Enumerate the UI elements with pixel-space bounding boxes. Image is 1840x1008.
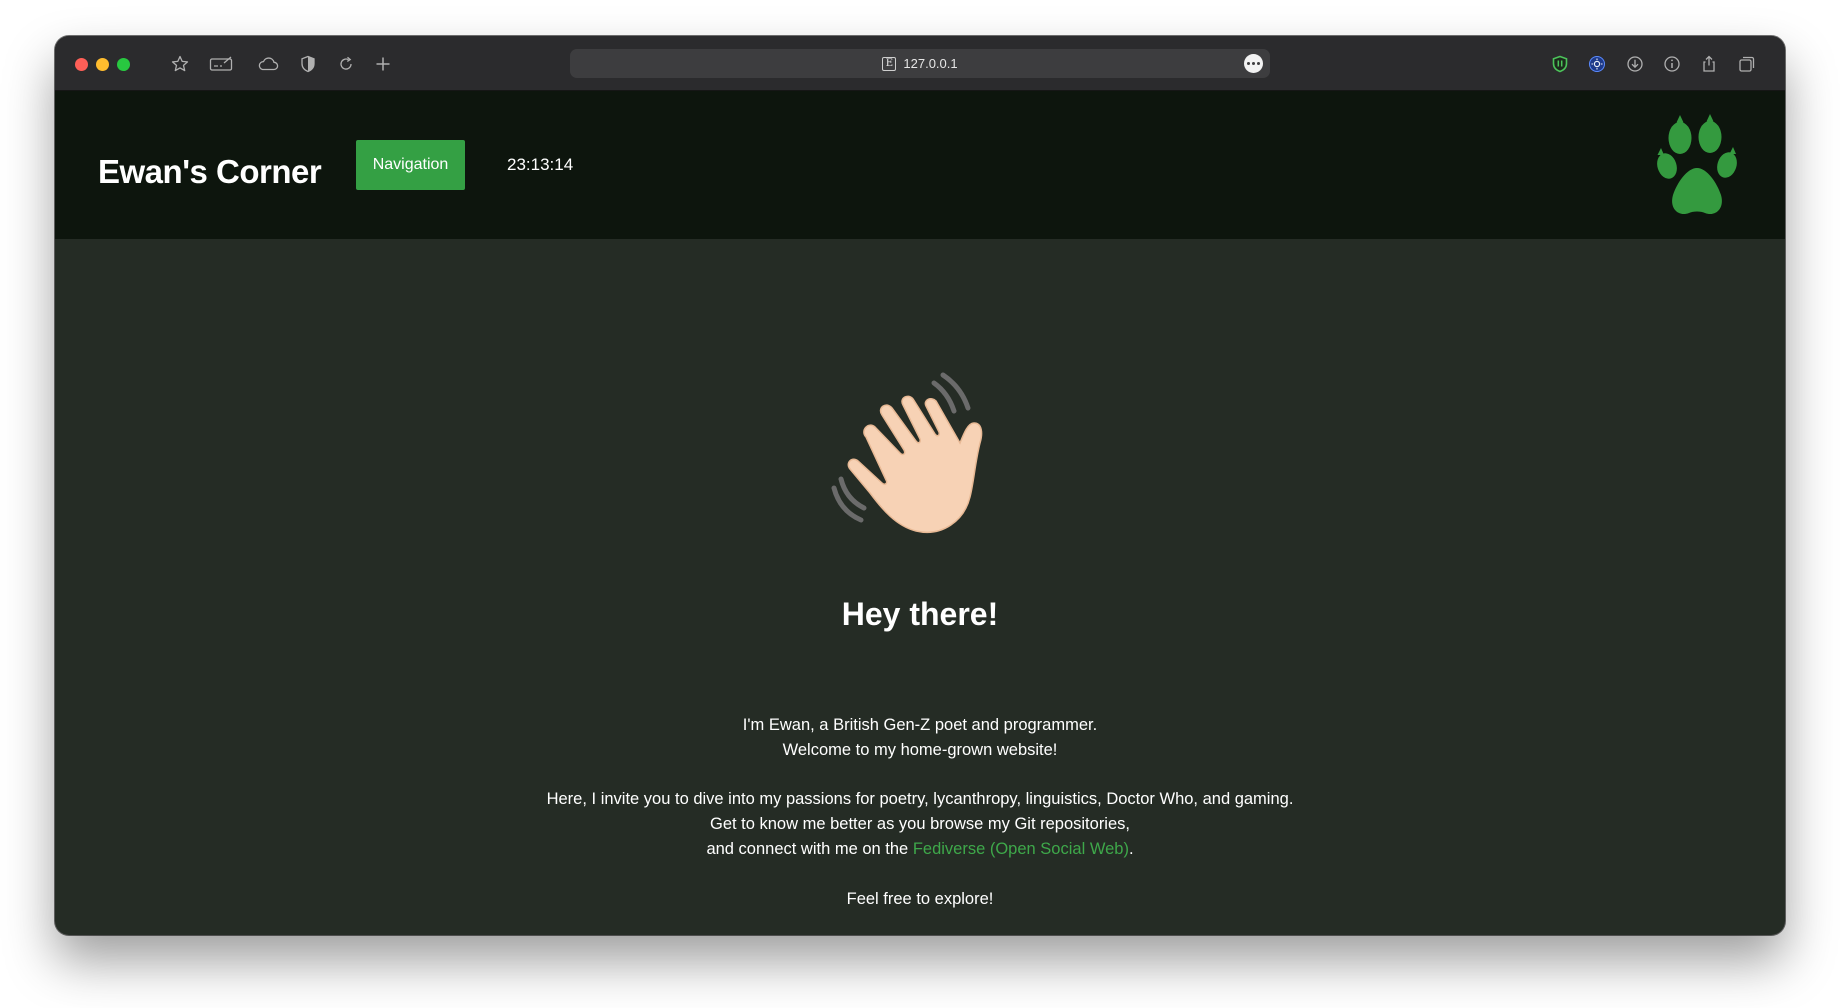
new-tab-plus-icon[interactable]: [372, 53, 394, 75]
body-line-3-suffix: .: [1128, 840, 1134, 858]
extension-badge-icon[interactable]: [1586, 53, 1608, 75]
minimize-window-button[interactable]: [96, 58, 109, 71]
reading-list-icon[interactable]: [209, 53, 235, 75]
browser-toolbar: E 127.0.0.1: [55, 36, 1785, 91]
body-line-3-prefix: and connect with me on the: [706, 840, 913, 858]
waving-hand-emoji: [831, 372, 983, 533]
paw-icon: [1657, 114, 1737, 215]
body-line-1: Here, I invite you to dive into my passi…: [546, 790, 1294, 808]
intro-line-1: I'm Ewan, a British Gen-Z poet and progr…: [742, 716, 1098, 734]
bookmark-star-icon[interactable]: [169, 53, 191, 75]
info-icon[interactable]: [1661, 53, 1683, 75]
main-content: Hey there! I'm Ewan, a British Gen-Z poe…: [55, 239, 1785, 935]
address-bar[interactable]: E 127.0.0.1: [570, 49, 1270, 78]
site-favicon: E: [882, 56, 897, 71]
passions-paragraph: Here, I invite you to dive into my passi…: [55, 787, 1785, 862]
body-line-2: Get to know me better as you browse my G…: [709, 815, 1130, 833]
intro-paragraph: I'm Ewan, a British Gen-Z poet and progr…: [55, 713, 1785, 763]
reload-icon[interactable]: [335, 53, 357, 75]
cloud-icon[interactable]: [256, 53, 280, 75]
share-icon[interactable]: [1698, 53, 1720, 75]
browser-window: E 127.0.0.1 Ewan's Corner Navigation 23:…: [55, 36, 1785, 935]
closing-text: Feel free to explore!: [846, 890, 994, 908]
url-text: 127.0.0.1: [903, 56, 958, 71]
site-title[interactable]: Ewan's Corner: [98, 153, 322, 191]
page-menu-ellipsis-icon[interactable]: [1244, 54, 1263, 73]
intro-line-2: Welcome to my home-grown website!: [782, 741, 1058, 759]
site-header: Ewan's Corner Navigation 23:13:14: [55, 91, 1785, 239]
tab-overview-icon[interactable]: [1736, 53, 1758, 75]
clock: 23:13:14: [507, 155, 574, 174]
navigation-button[interactable]: Navigation: [356, 140, 465, 190]
close-window-button[interactable]: [75, 58, 88, 71]
fediverse-link[interactable]: Fediverse (Open Social Web): [913, 840, 1129, 858]
zoom-window-button[interactable]: [117, 58, 130, 71]
privacy-shield-icon[interactable]: [297, 53, 319, 75]
downloads-icon[interactable]: [1624, 53, 1646, 75]
password-manager-shield-icon[interactable]: [1549, 53, 1571, 75]
greeting-heading: Hey there!: [841, 596, 999, 632]
